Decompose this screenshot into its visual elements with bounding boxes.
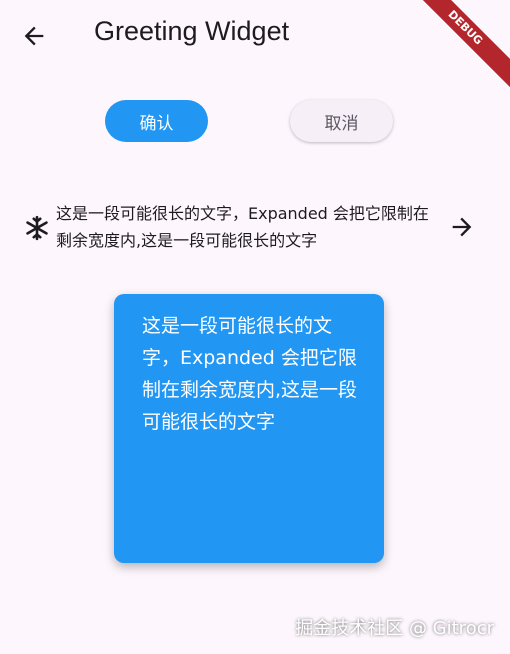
page-title: Greeting Widget (94, 16, 290, 46)
expanded-text: 这是一段可能很长的文字，Expanded 会把它限制在剩余宽度内,这是一段可能很… (56, 204, 429, 250)
watermark: 掘金技术社区 @ Gitrocr (295, 618, 494, 639)
snowflake-icon (26, 215, 48, 241)
confirm-button[interactable]: 确认 (105, 100, 208, 142)
cancel-button[interactable]: 取消 (290, 100, 393, 142)
arrow-back-icon[interactable] (20, 22, 48, 50)
expanded-row: 这是一段可能很长的文字，Expanded 会把它限制在剩余宽度内,这是一段可能很… (24, 198, 480, 256)
arrow-forward-icon[interactable] (448, 213, 476, 241)
blue-card: 这是一段可能很长的文字，Expanded 会把它限制在剩余宽度内,这是一段可能很… (114, 294, 384, 563)
card-text: 这是一段可能很长的文字，Expanded 会把它限制在剩余宽度内,这是一段可能很… (142, 315, 358, 433)
